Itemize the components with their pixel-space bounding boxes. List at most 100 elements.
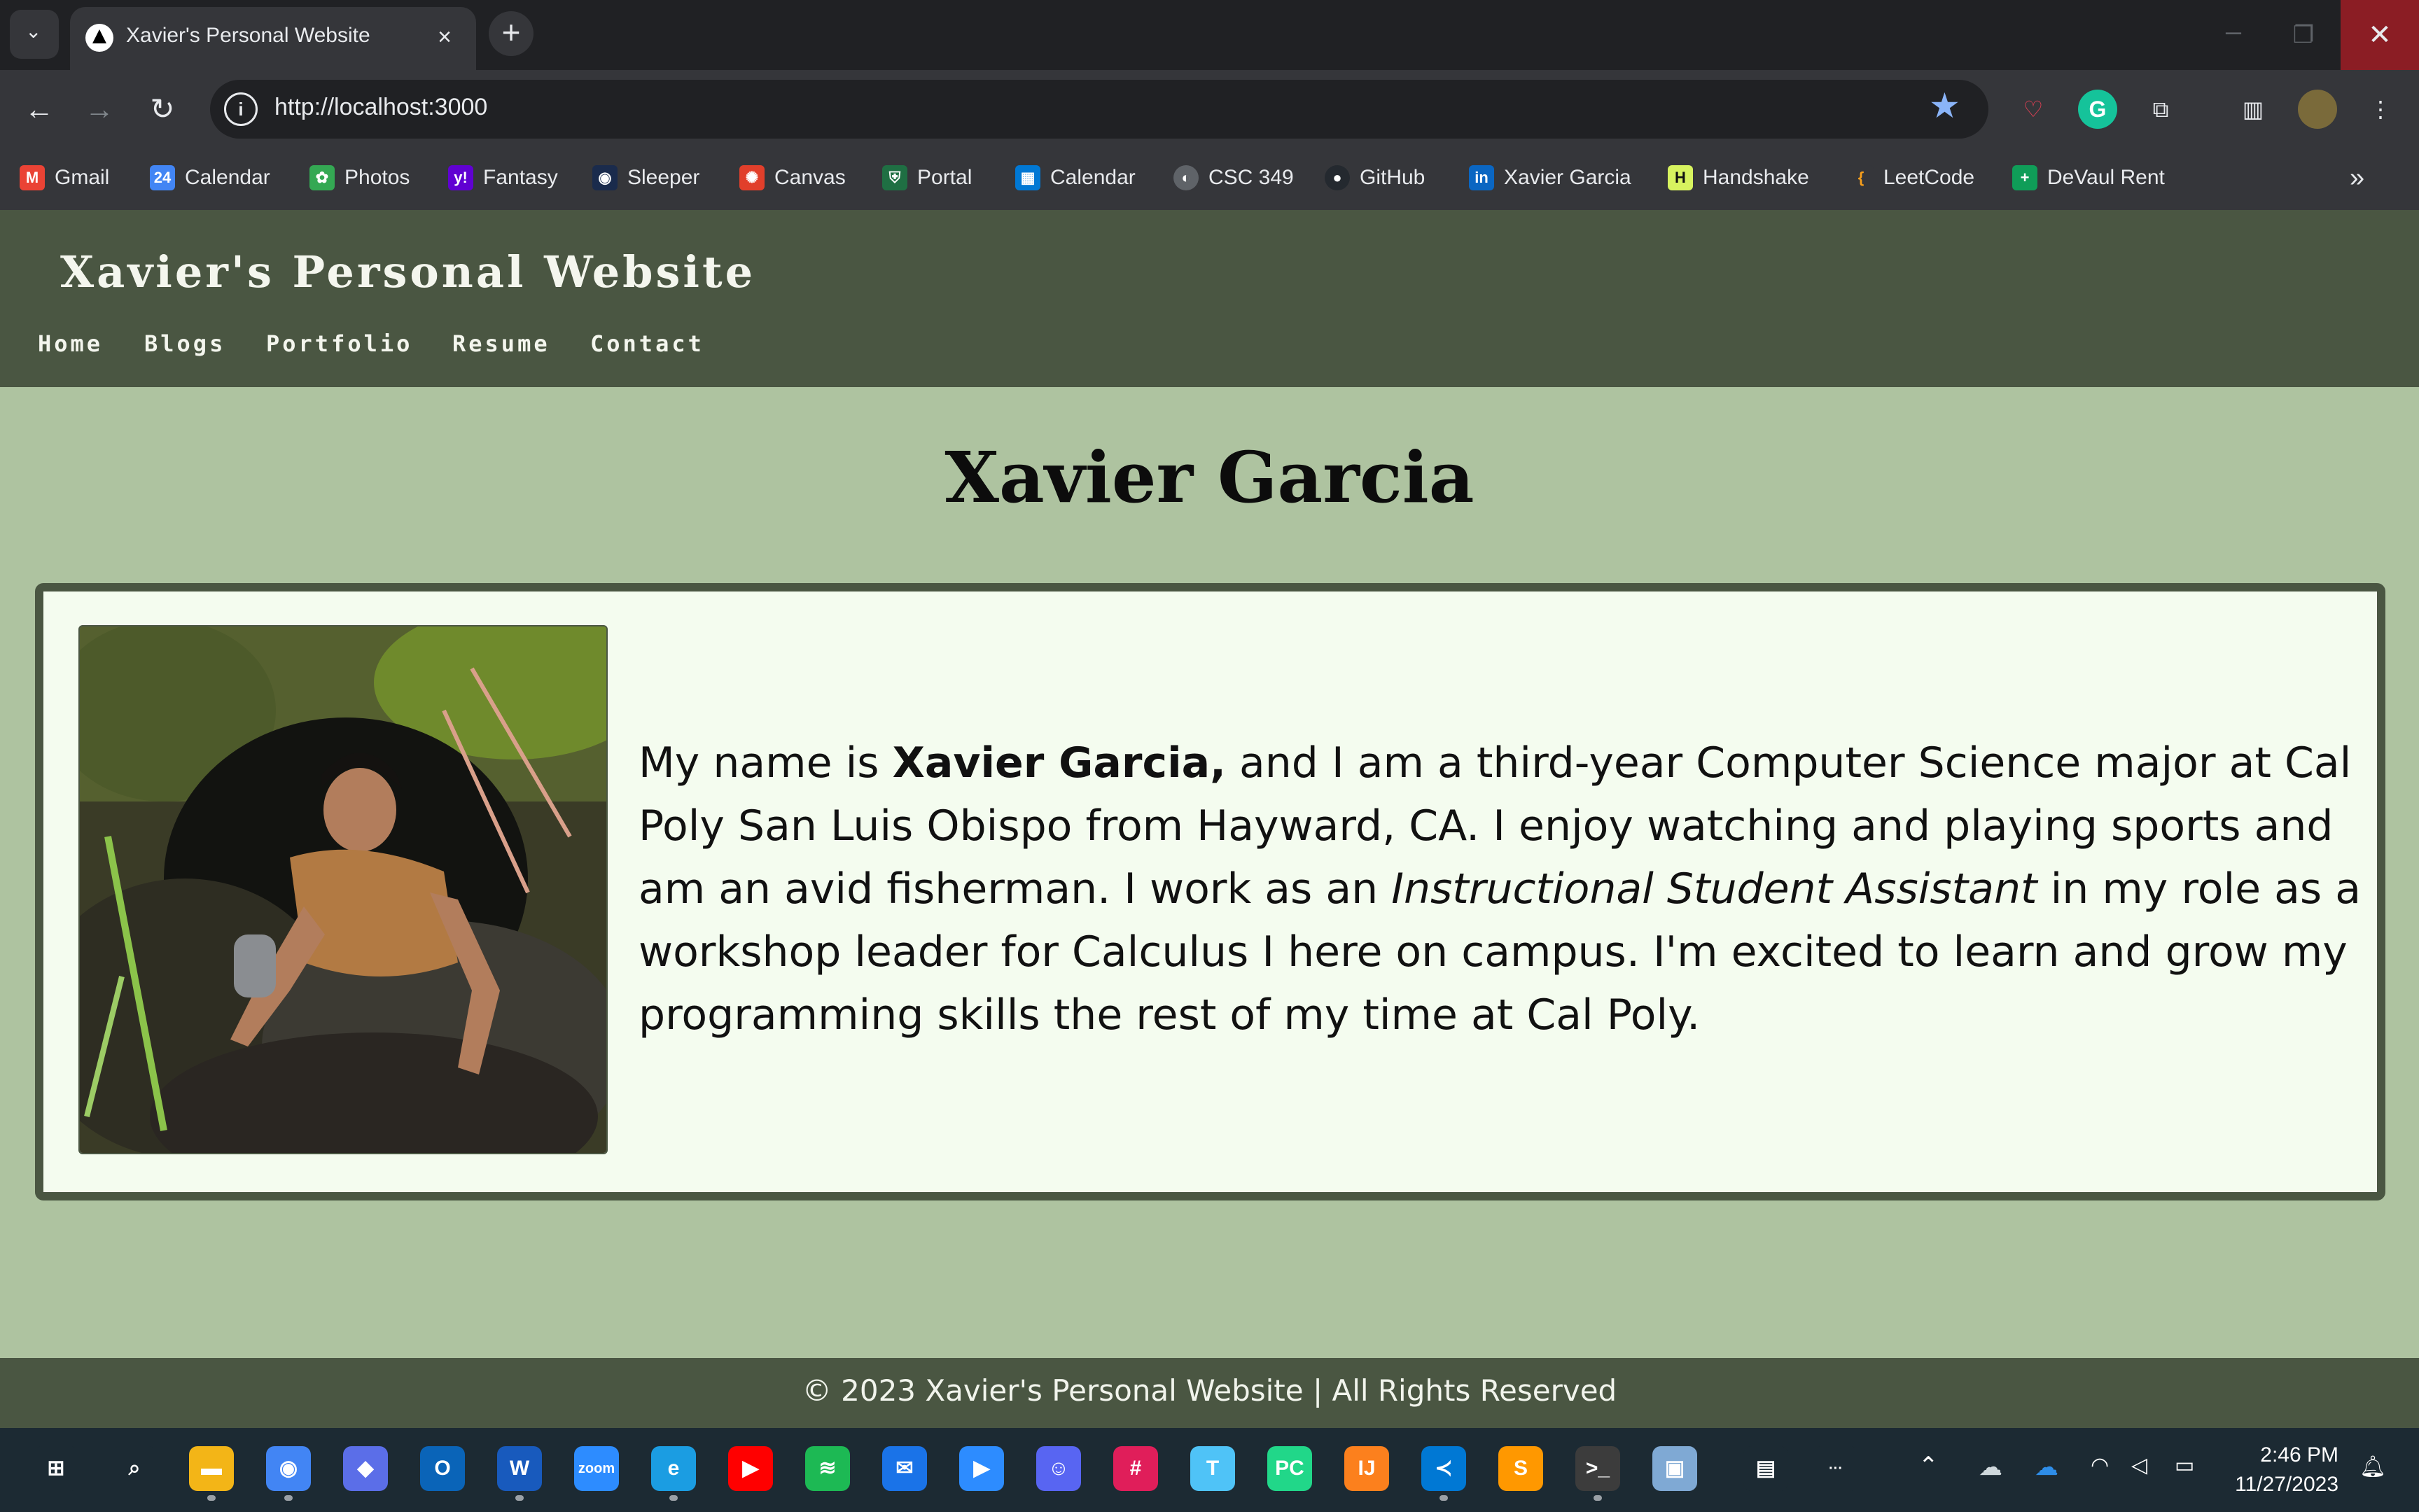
battery-icon[interactable]: ▭ <box>2175 1453 2194 1478</box>
bookmark-portal[interactable]: ⛨ Portal <box>882 160 972 196</box>
spotify-icon[interactable]: ≋ <box>805 1446 850 1491</box>
bookmark-handshake[interactable]: H Handshake <box>1668 160 1809 196</box>
bookmark-gmail[interactable]: M Gmail <box>20 160 109 196</box>
footer-copyright: © 2023 Xavier's Personal Website | All R… <box>802 1373 1617 1408</box>
running-indicator <box>1594 1495 1602 1501</box>
outlook-icon[interactable]: O <box>420 1446 465 1491</box>
volume-icon[interactable]: ◁ <box>2131 1453 2147 1478</box>
youtube-icon[interactable]: ▶ <box>728 1446 773 1491</box>
leetcode-icon: { <box>1848 165 1874 190</box>
bookmark-sleeper[interactable]: ◉ Sleeper <box>592 160 699 196</box>
bookmark-label: Calendar <box>1050 166 1136 189</box>
address-bar[interactable]: i http://localhost:3000 ★ <box>210 80 1988 139</box>
bookmark-star-icon[interactable]: ★ <box>1929 85 1960 126</box>
site-info-icon[interactable]: i <box>224 92 258 126</box>
show-hidden-icons[interactable]: ⌃ <box>1918 1452 1939 1480</box>
nav-link-blogs[interactable]: Blogs <box>144 330 225 357</box>
bookmark-github[interactable]: ● GitHub <box>1325 160 1425 196</box>
bookmark-calendar[interactable]: 24 Calendar <box>150 160 270 196</box>
nav-link-home[interactable]: Home <box>38 330 103 357</box>
yahoo-icon: y! <box>448 165 473 190</box>
profile-avatar[interactable] <box>2298 90 2337 129</box>
running-indicator <box>669 1495 678 1501</box>
bookmark-leetcode[interactable]: {LeetCode <box>1848 160 1974 196</box>
sheets-icon: + <box>2012 165 2037 190</box>
copilot-icon[interactable]: ◆ <box>343 1446 388 1491</box>
browser-tab-strip: ⌄ Xavier's Personal Website × + – ❐ ✕ <box>0 0 2419 70</box>
sublime-icon[interactable]: S <box>1498 1446 1543 1491</box>
side-panel-icon[interactable]: ▥ <box>2233 90 2273 129</box>
grammarly-extension-icon[interactable]: G <box>2078 90 2117 129</box>
nav-link-contact[interactable]: Contact <box>590 330 704 357</box>
teams-icon[interactable]: T <box>1190 1446 1235 1491</box>
extensions-puzzle-icon[interactable]: ⧉ <box>2141 90 2180 129</box>
close-tab-icon[interactable]: × <box>427 20 462 55</box>
discord-icon[interactable]: ☺ <box>1036 1446 1081 1491</box>
clock-time: 2:46 PM <box>2260 1443 2338 1466</box>
chrome-icon[interactable]: ◉ <box>266 1446 311 1491</box>
bookmark-photos[interactable]: ✿ Photos <box>309 160 410 196</box>
zoom-meetings-icon[interactable]: ▶ <box>959 1446 1004 1491</box>
canvas-icon: ✺ <box>739 165 765 190</box>
intellij-icon[interactable]: IJ <box>1344 1446 1389 1491</box>
vscode-icon[interactable]: ≺ <box>1421 1446 1466 1491</box>
url-text[interactable]: http://localhost:3000 <box>274 94 487 121</box>
running-indicator <box>515 1495 524 1501</box>
new-tab-button[interactable]: + <box>489 11 534 56</box>
pocket-extension-icon[interactable]: ♡ <box>2014 90 2053 129</box>
browser-toolbar: ← → ↻ i http://localhost:3000 ★ ♡ G ⧉ ▥ … <box>0 70 2419 150</box>
messages-icon[interactable]: ✉ <box>882 1446 927 1491</box>
virtualbox-icon[interactable]: ▣ <box>1652 1446 1697 1491</box>
bookmark-devaul-rent[interactable]: + DeVaul Rent <box>2012 160 2165 196</box>
close-window-button[interactable]: ✕ <box>2341 0 2419 70</box>
bookmark-fantasy[interactable]: y! Fantasy <box>448 160 558 196</box>
onedrive-error-icon[interactable]: ☁ <box>1979 1453 2002 1481</box>
nav-link-resume[interactable]: Resume <box>452 330 550 357</box>
bookmark-label: Photos <box>344 166 410 189</box>
active-tab[interactable]: Xavier's Personal Website × <box>70 7 476 70</box>
running-indicator <box>207 1495 216 1501</box>
more-icon[interactable]: ··· <box>1813 1446 1858 1491</box>
minimize-window-button[interactable]: – <box>2198 0 2268 70</box>
site-favicon-icon <box>85 24 113 52</box>
bookmark-csc349[interactable]: ◐ CSC 349 <box>1173 160 1294 196</box>
back-arrow-icon[interactable]: ← <box>17 87 62 132</box>
tab-title: Xavier's Personal Website <box>126 24 370 47</box>
bookmark-label: Calendar <box>185 166 270 189</box>
site-footer: © 2023 Xavier's Personal Website | All R… <box>0 1358 2419 1428</box>
chevron-down-icon: ⌄ <box>25 20 42 42</box>
bookmark-label: Xavier Garcia <box>1504 166 1631 189</box>
globe-icon: ◐ <box>1173 165 1199 190</box>
search-icon[interactable]: ⌕ <box>112 1446 157 1491</box>
onedrive-icon[interactable]: ☁ <box>2035 1453 2058 1481</box>
tab-search-button[interactable]: ⌄ <box>10 10 59 59</box>
profile-photo <box>78 625 608 1154</box>
forward-arrow-icon[interactable]: → <box>77 87 122 132</box>
wifi-icon[interactable]: ◠ <box>2091 1453 2109 1478</box>
word-icon[interactable]: W <box>497 1446 542 1491</box>
zoom-icon[interactable]: zoom <box>574 1446 619 1491</box>
bookmark-canvas[interactable]: ✺ Canvas <box>739 160 846 196</box>
pycharm-icon[interactable]: PC <box>1267 1446 1312 1491</box>
bookmark-label: GitHub <box>1360 166 1425 189</box>
file-explorer-icon[interactable]: ▬ <box>189 1446 234 1491</box>
restore-window-button[interactable]: ❐ <box>2268 0 2338 70</box>
nav-link-portfolio[interactable]: Portfolio <box>266 330 412 357</box>
taskbar-clock[interactable]: 2:46 PM 11/27/2023 <box>2198 1441 2338 1499</box>
bookmark-outlook-calendar[interactable]: ▦ Calendar <box>1015 160 1136 196</box>
google-calendar-icon: 24 <box>150 165 175 190</box>
start-icon[interactable]: ⊞ <box>34 1446 78 1491</box>
edge-icon[interactable]: e <box>651 1446 696 1491</box>
site-header: Xavier's Personal Website Home Blogs Por… <box>0 210 2419 387</box>
reload-icon[interactable]: ↻ <box>140 87 185 132</box>
page-main: Xavier Garcia My name is Xavier Garcia, … <box>0 387 2419 1358</box>
notifications-icon[interactable]: 🔔︎ <box>2359 1455 2386 1479</box>
bookmark-linkedin[interactable]: in Xavier Garcia <box>1469 160 1631 196</box>
bookmark-label: CSC 349 <box>1208 166 1294 189</box>
slack-icon[interactable]: # <box>1113 1446 1158 1491</box>
bio-paragraph: My name is Xavier Garcia, and I am a thi… <box>639 732 2361 1046</box>
bookmarks-overflow-icon[interactable]: » <box>2350 160 2364 196</box>
browser-menu-icon[interactable]: ⋮ <box>2361 90 2400 129</box>
terminal-icon[interactable]: >_ <box>1575 1446 1620 1491</box>
remote-icon[interactable]: ▤ <box>1743 1446 1788 1491</box>
